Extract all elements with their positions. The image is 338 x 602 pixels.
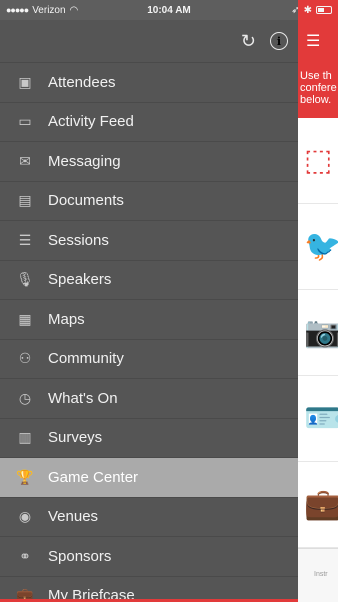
battery-icon xyxy=(316,6,332,14)
menu-item-sessions[interactable]: ☰ Sessions xyxy=(0,220,298,260)
menu-item-label: Speakers xyxy=(48,271,112,289)
footer-tab-label: Instr xyxy=(314,571,328,578)
location-pin-icon: ◉ xyxy=(18,508,32,525)
menu-item-label: Activity Feed xyxy=(48,113,134,131)
microphone-icon: 🎙 xyxy=(16,271,34,288)
menu-item-documents[interactable]: ▤ Documents xyxy=(0,180,298,221)
id-badge-icon: 🪪 xyxy=(304,402,338,435)
menu-toolbar: ↻ i xyxy=(0,20,298,62)
menu-item-game-center[interactable]: 🏆 Game Center xyxy=(0,457,298,497)
envelope-icon: ✉ xyxy=(19,152,31,169)
menu-item-label: Documents xyxy=(48,192,124,210)
document-icon: ▤ xyxy=(18,192,32,209)
menu-item-speakers[interactable]: 🎙 Speakers xyxy=(0,259,298,300)
list-icon: ☰ xyxy=(18,231,32,248)
status-left: ●●●●● Verizon ◠ xyxy=(6,5,126,16)
menu-item-label: Sponsors xyxy=(48,547,112,565)
menu-item-label: Community xyxy=(48,350,124,368)
menu-item-label: Surveys xyxy=(48,429,103,447)
content-footer-tab[interactable]: Instr xyxy=(298,548,338,602)
menu-item-venues[interactable]: ◉ Venues xyxy=(0,496,298,537)
wifi-icon: ◠ xyxy=(69,4,79,16)
menu-item-messaging[interactable]: ✉ Messaging xyxy=(0,141,298,181)
attendees-icon: ▣ xyxy=(18,73,32,90)
content-intro-text: Use th confere below. xyxy=(298,62,338,118)
main-content-peek: ☰ Use th confere below. ⬚ 🐦 📷 🪪 💼 Instr xyxy=(298,20,338,602)
menu-item-sponsors[interactable]: ⚭ Sponsors xyxy=(0,536,298,576)
camera-icon: 📷 xyxy=(304,316,338,349)
content-header: ☰ xyxy=(298,20,338,62)
menu-item-label: Messaging xyxy=(48,152,121,170)
carrier-label: Verizon xyxy=(32,4,66,16)
content-tiles: ⬚ 🐦 📷 🪪 💼 xyxy=(298,118,338,548)
menu-item-attendees[interactable]: ▣ Attendees xyxy=(0,62,298,102)
photo-tile[interactable]: 📷 xyxy=(298,290,338,376)
side-menu: ↻ i ▣ Attendees ▭ Activity Feed ✉ Messaging… xyxy=(0,20,298,602)
trophy-icon: 🏆 xyxy=(16,468,34,485)
menu-item-surveys[interactable]: ▥ Surveys xyxy=(0,417,298,458)
community-icon: ⚇ xyxy=(18,350,32,367)
activity-feed-icon: ▭ xyxy=(18,113,32,130)
menu-item-label: Attendees xyxy=(48,73,116,91)
scan-tile[interactable]: ⬚ xyxy=(298,118,338,204)
twitter-bird-icon: 🐦 xyxy=(304,230,338,263)
clipboard-icon: ▥ xyxy=(18,429,32,446)
intro-line: Use th xyxy=(300,70,332,82)
info-icon[interactable]: i xyxy=(270,32,288,50)
menu-item-activity-feed[interactable]: ▭ Activity Feed xyxy=(0,101,298,142)
status-right: ➶ ✱ xyxy=(212,5,332,16)
map-icon: ▦ xyxy=(18,310,32,327)
badge-tile[interactable]: 🪪 xyxy=(298,376,338,462)
location-icon: ➶ xyxy=(291,4,300,16)
intro-line: confere xyxy=(300,82,337,94)
menu-item-label: Game Center xyxy=(48,468,139,486)
menu-item-community[interactable]: ⚇ Community xyxy=(0,338,298,379)
intro-line: below. xyxy=(300,94,332,106)
menu-item-label: Sessions xyxy=(48,231,109,249)
refresh-icon[interactable]: ↻ xyxy=(241,31,256,52)
signal-strength-icon: ●●●●● xyxy=(6,5,29,15)
menu-item-label: What's On xyxy=(48,389,118,407)
menu-list: ▣ Attendees ▭ Activity Feed ✉ Messaging ▤ Do… xyxy=(0,62,298,602)
menu-item-label: Maps xyxy=(48,310,85,328)
sponsors-icon: ⚭ xyxy=(19,547,31,564)
menu-item-label: Venues xyxy=(48,508,99,526)
hamburger-menu-icon[interactable]: ☰ xyxy=(306,31,320,51)
menu-item-whats-on[interactable]: ◷ What's On xyxy=(0,378,298,418)
twitter-tile[interactable]: 🐦 xyxy=(298,204,338,290)
scan-frame-icon: ⬚ xyxy=(304,144,333,177)
clock-icon: ◷ xyxy=(18,389,32,406)
status-bar: ●●●●● Verizon ◠ 10:04 AM ➶ ✱ xyxy=(0,0,338,20)
menu-item-maps[interactable]: ▦ Maps xyxy=(0,299,298,339)
bluetooth-icon: ✱ xyxy=(303,4,312,16)
status-time: 10:04 AM xyxy=(147,4,191,16)
briefcase-icon: 💼 xyxy=(304,488,338,521)
briefcase-tile[interactable]: 💼 xyxy=(298,462,338,548)
